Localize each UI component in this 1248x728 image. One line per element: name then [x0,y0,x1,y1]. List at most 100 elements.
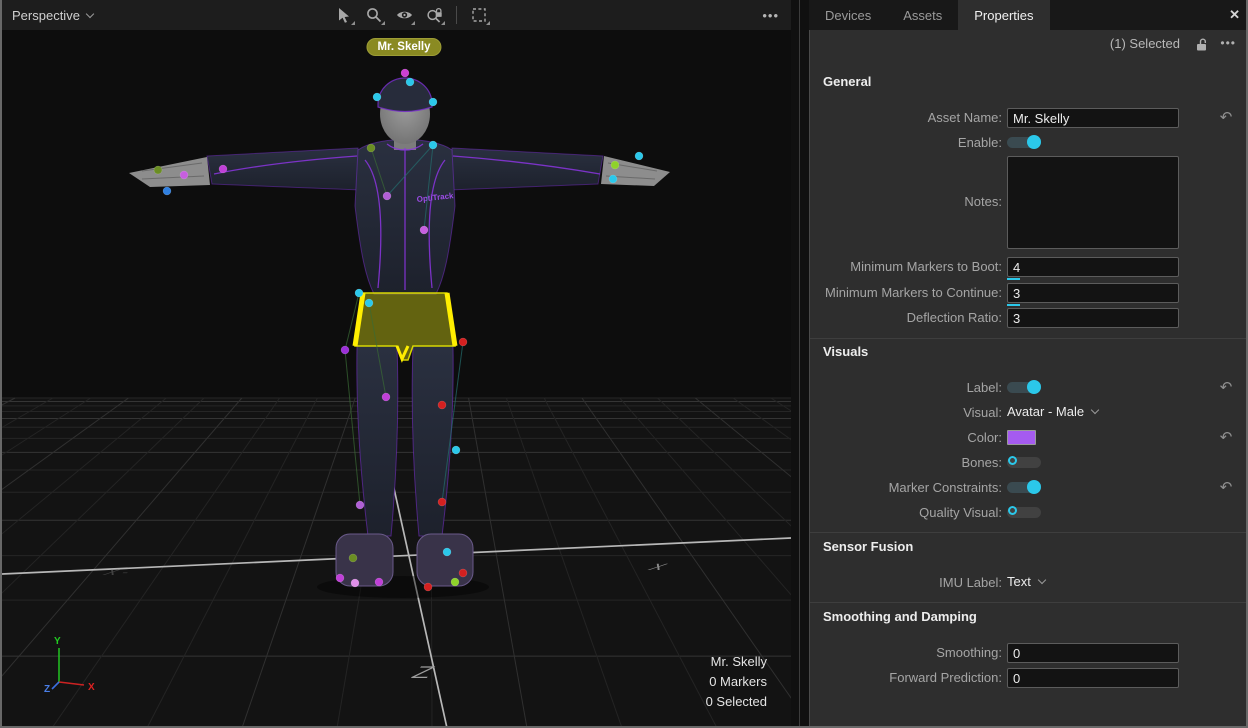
properties-panel: Devices Assets Properties ✕ (1) Selected… [809,0,1248,726]
marker-dot[interactable] [452,446,460,454]
zoom-lock-icon [426,7,443,23]
close-icon[interactable]: ✕ [1229,0,1240,30]
enable-toggle[interactable] [1007,137,1041,148]
avatar-mr-skelly[interactable]: OptiTrack [2,30,791,726]
unlock-icon[interactable] [1195,37,1208,55]
camera-view-dropdown[interactable]: Perspective [2,8,93,23]
marker-dot[interactable] [438,498,446,506]
marker-dot[interactable] [373,93,381,101]
label-toggle[interactable] [1007,382,1041,393]
color-swatch[interactable] [1007,430,1036,445]
min-markers-continue-input[interactable] [1007,283,1179,303]
marker-dot[interactable] [355,289,363,297]
marker-dot[interactable] [219,165,227,173]
marker-dot[interactable] [375,578,383,586]
marker-dot[interactable] [443,548,451,556]
marker-dot[interactable] [341,346,349,354]
section-title-smoothing: Smoothing and Damping [823,609,977,624]
smoothing-input[interactable] [1007,643,1179,663]
marker-dot[interactable] [424,583,432,591]
marker-dot[interactable] [163,187,171,195]
marquee-select-button[interactable] [467,3,491,27]
deflection-ratio-row: Deflection Ratio: [810,308,1248,328]
panel-tabbar: Devices Assets Properties ✕ [809,0,1248,30]
asset-label-pill: Mr. Skelly [366,38,441,56]
label-row: Label: ↶ [810,378,1248,398]
tab-devices[interactable]: Devices [809,0,887,30]
marker-dot[interactable] [406,78,414,86]
forward-prediction-input[interactable] [1007,668,1179,688]
notes-row: Notes: [810,156,1248,249]
bones-row: Bones: [810,453,1248,473]
forward-prediction-row: Forward Prediction: [810,668,1248,688]
zoom-tool-button[interactable] [362,3,386,27]
undo-icon[interactable]: ↶ [1216,477,1236,497]
zoom-lock-tool-button[interactable] [422,3,446,27]
select-tool-button[interactable] [332,3,356,27]
section-title-general: General [823,74,871,89]
selection-stats: Mr. Skelly 0 Markers 0 Selected [706,652,767,712]
min-markers-boot-input[interactable] [1007,257,1179,277]
marker-dot[interactable] [429,98,437,106]
chevron-down-icon [86,9,94,17]
marker-dot[interactable] [429,141,437,149]
spinner-accent [1007,278,1020,280]
selection-header: (1) Selected ••• [810,30,1248,58]
marker-dot[interactable] [356,501,364,509]
bones-toggle[interactable] [1007,457,1041,468]
color-row: Color: ↶ [810,428,1248,448]
enable-label: Enable: [958,135,1002,150]
min-markers-continue-row: Minimum Markers to Continue: [810,283,1248,303]
select-cursor-icon [336,7,352,23]
pane-divider[interactable] [791,0,809,726]
undo-icon[interactable]: ↶ [1216,377,1236,397]
asset-name-input[interactable] [1007,108,1179,128]
magnifier-icon [366,7,382,23]
section-title-visuals: Visuals [823,344,868,359]
marker-dot[interactable] [383,192,391,200]
undo-icon[interactable]: ↶ [1216,427,1236,447]
notes-textarea[interactable] [1007,156,1179,249]
marker-dot[interactable] [635,152,643,160]
marker-dot[interactable] [154,166,162,174]
undo-icon[interactable]: ↶ [1216,107,1236,127]
marker-dot[interactable] [459,338,467,346]
viewport-toolbar: Perspective [2,0,791,30]
marker-dot[interactable] [401,69,409,77]
min-markers-boot-row: Minimum Markers to Boot: [810,257,1248,277]
avatar-left-shoe [336,534,393,586]
viewport-menu-button[interactable]: ••• [762,0,779,30]
panel-menu-button[interactable]: ••• [1220,36,1236,50]
viewport-3d: Perspective [2,0,791,726]
avatar-right-shoe [417,534,473,586]
marker-dot[interactable] [420,226,428,234]
tab-properties[interactable]: Properties [958,0,1049,30]
marker-dot[interactable] [609,175,617,183]
imu-label-dropdown[interactable]: Text [1007,574,1045,589]
marker-dot[interactable] [367,144,375,152]
deflection-ratio-input[interactable] [1007,308,1179,328]
properties-body: (1) Selected ••• General Asset Name: ↶ E… [809,30,1248,726]
marker-dot[interactable] [351,579,359,587]
quality-visual-toggle[interactable] [1007,507,1041,518]
marker-dot[interactable] [365,299,373,307]
avatar-right-arm [449,148,603,190]
marker-dot[interactable] [336,574,344,582]
section-separator [810,532,1248,533]
marker-dot[interactable] [611,161,619,169]
marker-dot[interactable] [438,401,446,409]
avatar-left-hand [129,157,210,187]
marker-constraints-toggle[interactable] [1007,482,1041,493]
marker-dot[interactable] [349,554,357,562]
asset-name-label: Asset Name: [928,110,1002,125]
marker-dot[interactable] [459,569,467,577]
tab-assets[interactable]: Assets [887,0,958,30]
chevron-down-icon [1038,576,1046,584]
marker-dot[interactable] [382,393,390,401]
visual-dropdown[interactable]: Avatar - Male [1007,404,1098,419]
viewport-canvas[interactable]: Z X X - Y X Z [2,30,791,726]
marker-dot[interactable] [180,171,188,179]
marker-dot[interactable] [451,578,459,586]
visibility-tool-button[interactable] [392,3,416,27]
enable-row: Enable: [810,133,1248,153]
